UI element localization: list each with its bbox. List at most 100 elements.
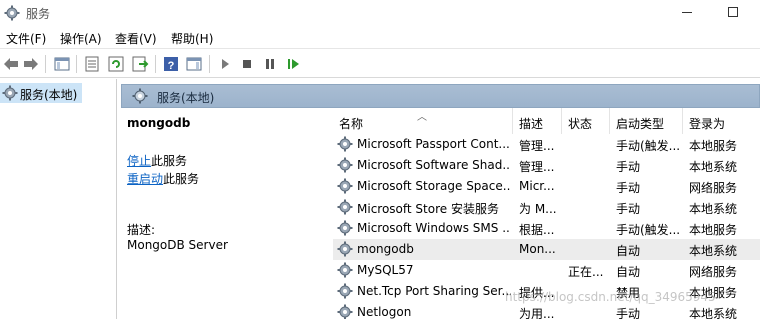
toolbar: ? xyxy=(0,48,760,78)
stop-service-icon[interactable] xyxy=(238,55,256,73)
table-row[interactable]: Netlogon 为用... 手动 本地系统 xyxy=(333,302,760,319)
cell-desc: 为用... xyxy=(519,307,555,319)
tree-item-services-local[interactable]: 服务(本地) xyxy=(0,83,82,103)
column-header-label: 名称 xyxy=(339,117,364,131)
column-header-logon-as[interactable]: 登录为 xyxy=(683,108,760,134)
console-tree: 服务(本地) xyxy=(0,79,117,319)
cell-name: Microsoft Passport Cont... xyxy=(357,137,510,151)
cell-logon: 本地服务 xyxy=(689,223,738,237)
cell-logon: 本地系统 xyxy=(689,244,738,258)
toolbar-separator xyxy=(45,55,46,73)
properties-icon[interactable] xyxy=(83,55,101,73)
table-row[interactable]: Microsoft Store 安装服务 为 M... 手动 本地系统 xyxy=(333,197,760,218)
service-gear-icon xyxy=(337,262,353,278)
cell-logon: 本地系统 xyxy=(689,160,738,174)
cell-startup: 手动(触发... xyxy=(616,139,681,153)
cell-startup: 手动 xyxy=(616,202,641,216)
toolbar-separator xyxy=(76,55,77,73)
export-list-icon[interactable] xyxy=(131,55,149,73)
pause-service-icon[interactable] xyxy=(261,55,279,73)
toolbar-separator xyxy=(209,55,210,73)
service-gear-icon xyxy=(337,136,353,152)
restart-action-suffix: 此服务 xyxy=(163,172,200,186)
table-row[interactable]: Microsoft Windows SMS ... 根据... 手动(触发... 本地… xyxy=(333,218,760,239)
back-icon[interactable] xyxy=(2,55,20,73)
stop-action-suffix: 此服务 xyxy=(151,154,188,168)
selected-service-name: mongodb xyxy=(127,116,191,130)
column-header-name[interactable]: 名称 xyxy=(333,108,513,134)
cell-desc: 管理... xyxy=(519,139,555,153)
cell-desc: 管理... xyxy=(519,160,555,174)
cell-name: Microsoft Windows SMS ... xyxy=(357,221,511,235)
service-gear-icon xyxy=(337,220,353,236)
menu-file[interactable]: 文件(F) xyxy=(6,30,46,47)
restart-service-link[interactable]: 重启动 xyxy=(127,172,163,186)
forward-icon[interactable] xyxy=(22,55,40,73)
cell-desc: 根据... xyxy=(519,223,555,237)
cell-name: Microsoft Store 安装服务 xyxy=(357,202,499,216)
column-header-description[interactable]: 描述 xyxy=(513,108,562,134)
cell-startup: 手动 xyxy=(616,181,641,195)
table-row[interactable]: MySQL57 正在... 自动 网络服务 xyxy=(333,260,760,281)
cell-startup: 手动 xyxy=(616,160,641,174)
tree-item-label: 服务(本地) xyxy=(20,88,78,102)
minimize-button[interactable] xyxy=(664,0,710,26)
service-gear-icon xyxy=(337,157,353,173)
pane-header-title: 服务(本地) xyxy=(157,91,215,105)
service-gear-icon xyxy=(337,241,353,257)
show-hide-action-pane-icon[interactable] xyxy=(185,55,203,73)
cell-startup: 自动 xyxy=(616,265,641,279)
cell-name: Netlogon xyxy=(357,305,412,319)
title-bar: 服务 xyxy=(0,0,760,26)
menu-help[interactable]: 帮助(H) xyxy=(171,30,213,47)
maximize-icon xyxy=(728,7,738,17)
show-hide-tree-icon[interactable] xyxy=(53,55,71,73)
cell-desc: 为 M... xyxy=(519,202,557,216)
menu-view[interactable]: 查看(V) xyxy=(115,30,157,47)
services-gear-icon xyxy=(132,88,148,104)
cell-desc: Mon... xyxy=(519,242,556,256)
cell-logon: 本地系统 xyxy=(689,307,738,319)
table-row[interactable]: Microsoft Passport Cont... 管理... 手动(触发... 本… xyxy=(333,134,760,155)
refresh-icon[interactable] xyxy=(107,55,125,73)
cell-desc: Micr... xyxy=(519,179,555,193)
watermark: https://blog.csdn.net/qq_34965945 xyxy=(505,290,716,304)
start-service-icon[interactable] xyxy=(216,55,234,73)
column-header-label: 描述 xyxy=(519,117,544,131)
restart-action: 重启动此服务 xyxy=(127,170,199,187)
cell-name: Net.Tcp Port Sharing Ser... xyxy=(357,284,511,298)
cell-startup: 手动(触发... xyxy=(616,223,681,237)
toolbar-separator xyxy=(155,55,156,73)
service-gear-icon xyxy=(337,178,353,194)
menu-action[interactable]: 操作(A) xyxy=(60,30,102,47)
service-gear-icon xyxy=(337,304,353,319)
maximize-button[interactable] xyxy=(710,0,756,26)
cell-logon: 网络服务 xyxy=(689,181,738,195)
table-row[interactable]: Microsoft Software Shad... 管理... 手动 本地系统 xyxy=(333,155,760,176)
column-header-label: 启动类型 xyxy=(616,117,665,131)
services-gear-icon xyxy=(2,85,18,101)
table-row[interactable]: mongodb Mon... 自动 本地系统 xyxy=(333,239,760,260)
stop-service-link[interactable]: 停止 xyxy=(127,154,151,168)
column-header-status[interactable]: 状态 xyxy=(562,108,610,134)
services-pane: 服务(本地) mongodb 停止此服务 重启动此服务 描述: MongoDB … xyxy=(121,84,760,319)
cell-name: mongodb xyxy=(357,242,414,256)
description-label: 描述: xyxy=(127,223,156,237)
cell-startup: 自动 xyxy=(616,244,641,258)
column-header-label: 状态 xyxy=(568,117,593,131)
services-list: ︿ 名称 描述 状态 启动类型 登录为 Microsoft Passport C… xyxy=(333,108,760,319)
help-icon[interactable]: ? xyxy=(162,55,180,73)
cell-startup: 手动 xyxy=(616,307,641,319)
cell-logon: 本地系统 xyxy=(689,202,738,216)
service-gear-icon xyxy=(337,199,353,215)
cell-name: Microsoft Storage Space... xyxy=(357,179,511,193)
resume-service-icon[interactable] xyxy=(284,55,302,73)
table-row[interactable]: Microsoft Storage Space... Micr... 手动 网络服务 xyxy=(333,176,760,197)
description-value: MongoDB Server xyxy=(127,238,228,252)
minimize-icon xyxy=(682,12,692,13)
cell-logon: 本地服务 xyxy=(689,139,738,153)
cell-name: Microsoft Software Shad... xyxy=(357,158,511,172)
svg-text:?: ? xyxy=(168,60,175,72)
column-header-startup-type[interactable]: 启动类型 xyxy=(610,108,683,134)
window-title: 服务 xyxy=(26,7,51,21)
